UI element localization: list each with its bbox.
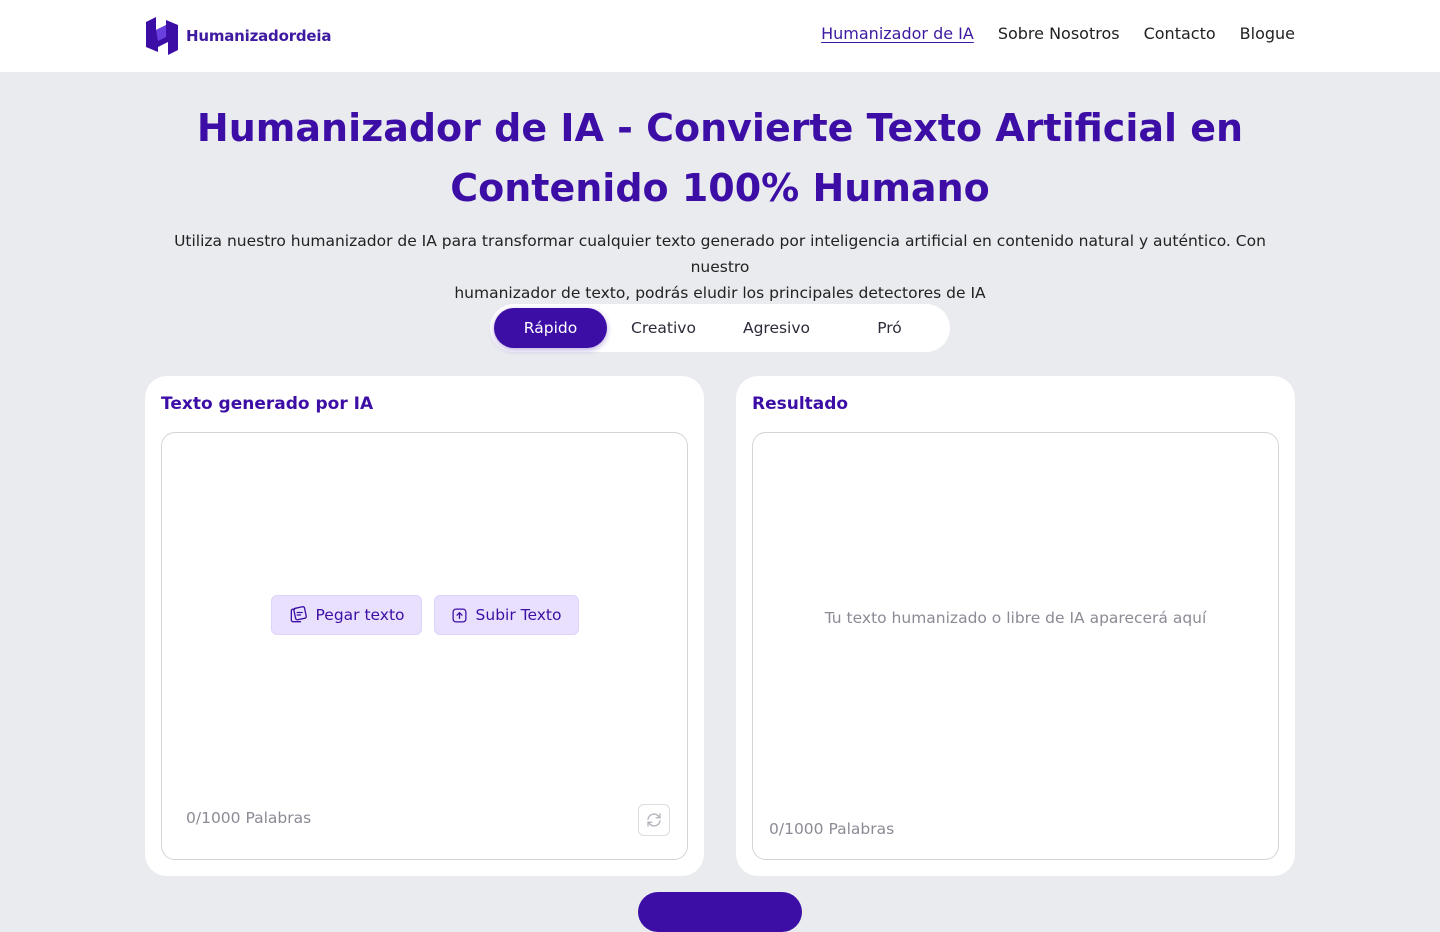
- mode-pro[interactable]: Pró: [833, 308, 946, 348]
- input-word-count: 0/1000 Palabras: [186, 809, 312, 827]
- refresh-icon: [647, 813, 661, 827]
- mode-rapido[interactable]: Rápido: [494, 308, 607, 348]
- input-card: Texto generado por IA Pegar texto Subir …: [145, 376, 704, 876]
- page-title: Humanizador de IA - Convierte Texto Arti…: [150, 98, 1290, 218]
- result-placeholder: Tu texto humanizado o libre de IA aparec…: [824, 609, 1207, 627]
- result-output[interactable]: Tu texto humanizado o libre de IA aparec…: [752, 432, 1279, 860]
- page-subtitle-line2: humanizador de texto, podrás eludir los …: [454, 284, 986, 302]
- nav-humanizador[interactable]: Humanizador de IA: [821, 24, 974, 43]
- paste-text-button[interactable]: Pegar texto: [270, 595, 422, 635]
- clipboard-icon: [290, 606, 307, 623]
- mode-selector: Rápido Creativo Agresivo Pró: [490, 304, 950, 352]
- nav-sobre-nosotros[interactable]: Sobre Nosotros: [998, 24, 1120, 43]
- upload-icon: [452, 607, 467, 623]
- input-textarea[interactable]: Pegar texto Subir Texto 0/1000 Palabras: [161, 432, 688, 860]
- nav-contacto[interactable]: Contacto: [1144, 24, 1216, 43]
- main-nav: Humanizador de IA Sobre Nosotros Contact…: [821, 24, 1295, 43]
- page-title-line2: Contenido 100% Humano: [450, 166, 990, 210]
- logo[interactable]: Humanizadordeia: [144, 15, 331, 57]
- upload-text-button[interactable]: Subir Texto: [433, 595, 579, 635]
- nav-blogue[interactable]: Blogue: [1240, 24, 1295, 43]
- page-subtitle-line1: Utiliza nuestro humanizador de IA para t…: [174, 232, 1266, 276]
- result-word-count: 0/1000 Palabras: [769, 820, 895, 838]
- input-card-title: Texto generado por IA: [161, 394, 374, 414]
- result-card: Resultado Tu texto humanizado o libre de…: [736, 376, 1295, 876]
- input-actions: Pegar texto Subir Texto: [162, 595, 687, 635]
- paste-text-label: Pegar texto: [315, 606, 405, 624]
- refresh-button[interactable]: [638, 804, 670, 836]
- page-subtitle: Utiliza nuestro humanizador de IA para t…: [150, 228, 1290, 306]
- result-card-title: Resultado: [752, 394, 849, 414]
- humanize-button[interactable]: [638, 892, 802, 932]
- mode-agresivo[interactable]: Agresivo: [720, 308, 833, 348]
- mode-creativo[interactable]: Creativo: [607, 308, 720, 348]
- upload-text-label: Subir Texto: [475, 606, 562, 624]
- site-header: Humanizadordeia Humanizador de IA Sobre …: [0, 0, 1440, 72]
- brand-name: Humanizadordeia: [186, 27, 332, 45]
- logo-icon: [146, 17, 178, 55]
- page-title-line1: Humanizador de IA - Convierte Texto Arti…: [196, 106, 1244, 150]
